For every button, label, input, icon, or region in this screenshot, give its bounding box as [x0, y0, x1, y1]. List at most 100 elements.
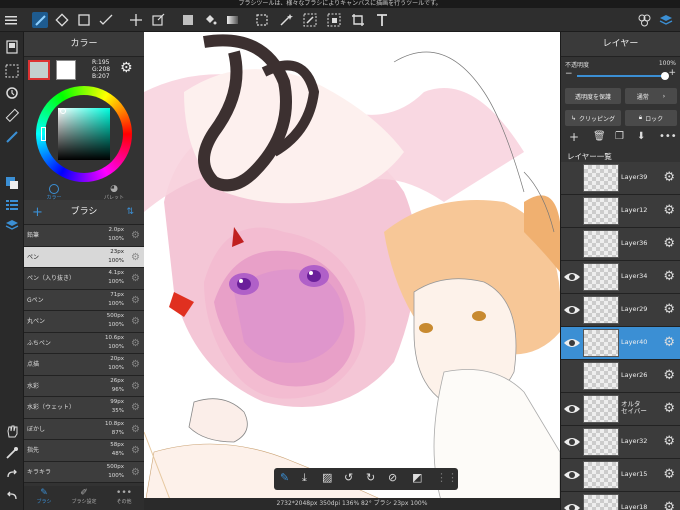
- tab-brush[interactable]: ✎ ブラシ: [24, 488, 64, 505]
- eye-hidden-icon[interactable]: [563, 204, 581, 218]
- gallery-icon[interactable]: [3, 38, 21, 56]
- brush-item[interactable]: 指先 58px 48% ⚙: [24, 440, 144, 462]
- hand-icon[interactable]: [3, 422, 21, 440]
- rotate-icon[interactable]: [3, 84, 21, 102]
- color-settings-gear-icon[interactable]: ⚙: [120, 60, 133, 76]
- rect-shape-icon[interactable]: [76, 12, 92, 28]
- layer-settings-gear-icon[interactable]: ⚙: [663, 368, 675, 383]
- quick-download-icon[interactable]: ⤓: [302, 471, 307, 485]
- eyedropper-icon[interactable]: [3, 444, 21, 462]
- tab-brush-settings[interactable]: ✐ ブラシ設定: [64, 488, 104, 505]
- brush-icon[interactable]: [32, 12, 48, 28]
- layer-settings-gear-icon[interactable]: ⚙: [663, 434, 675, 449]
- opacity-slider[interactable]: [577, 72, 669, 80]
- layer-settings-gear-icon[interactable]: ⚙: [663, 401, 675, 416]
- opacity-plus-icon[interactable]: +: [668, 68, 676, 78]
- transform-icon[interactable]: [150, 12, 166, 28]
- layer-row[interactable]: Layer29 ⚙: [561, 294, 680, 327]
- eye-icon[interactable]: [563, 501, 581, 510]
- auto-select-icon[interactable]: [278, 12, 294, 28]
- layers-icon[interactable]: [658, 12, 674, 28]
- undo-icon[interactable]: [3, 488, 21, 506]
- layer-more-icon[interactable]: •••: [659, 131, 677, 142]
- move-icon[interactable]: [128, 12, 144, 28]
- layer-row[interactable]: Layer32 ⚙: [561, 426, 680, 459]
- hue-handle[interactable]: [41, 127, 46, 141]
- layer-row[interactable]: Layer36 ⚙: [561, 228, 680, 261]
- eye-icon[interactable]: [563, 402, 581, 416]
- material-icon[interactable]: [636, 12, 652, 28]
- eye-icon[interactable]: [563, 270, 581, 284]
- brush-item[interactable]: 水彩（ウェット） 99px 35% ⚙: [24, 397, 144, 419]
- clipping-button[interactable]: ↳ クリッピング: [565, 110, 621, 126]
- magic-wand-icon[interactable]: [98, 12, 114, 28]
- brush-gear-icon[interactable]: ⚙: [131, 467, 140, 478]
- redo-icon[interactable]: [3, 466, 21, 484]
- duplicate-layer-icon[interactable]: ❐: [615, 131, 624, 142]
- quick-reset-icon[interactable]: ⊘: [388, 471, 397, 484]
- text-icon[interactable]: [374, 12, 390, 28]
- add-brush-icon[interactable]: +: [32, 200, 43, 225]
- quick-rotate-right-icon[interactable]: ↻: [366, 471, 375, 484]
- brush-gear-icon[interactable]: ⚙: [131, 316, 140, 327]
- brush-item[interactable]: キラキラ 500px 100% ⚙: [24, 461, 144, 483]
- quick-rotate-left-icon[interactable]: ↺: [344, 471, 353, 484]
- saturation-value-square[interactable]: [58, 108, 110, 160]
- brush-gear-icon[interactable]: ⚙: [131, 359, 140, 370]
- brush-gear-icon[interactable]: ⚙: [131, 338, 140, 349]
- eye-icon[interactable]: [563, 303, 581, 317]
- brush-gear-icon[interactable]: ⚙: [131, 295, 140, 306]
- opacity-minus-icon[interactable]: −: [565, 69, 573, 79]
- layer-row[interactable]: Layer15 ⚙: [561, 459, 680, 492]
- layer-settings-gear-icon[interactable]: ⚙: [663, 302, 675, 317]
- brush-item[interactable]: ぼかし 10.8px 87% ⚙: [24, 418, 144, 440]
- lock-button[interactable]: 🔒︎ ロック: [625, 110, 677, 126]
- eye-hidden-icon[interactable]: [563, 237, 581, 251]
- sort-icon[interactable]: ⇅: [126, 200, 134, 225]
- add-layer-icon[interactable]: +: [569, 130, 579, 144]
- tab-other[interactable]: ••• その他: [104, 488, 144, 505]
- layer-settings-gear-icon[interactable]: ⚙: [663, 335, 675, 350]
- brush-item[interactable]: ふちペン 10.6px 100% ⚙: [24, 332, 144, 354]
- quick-flip-icon[interactable]: ◩: [412, 471, 422, 484]
- layer-settings-gear-icon[interactable]: ⚙: [663, 170, 675, 185]
- layer-row[interactable]: Layer34 ⚙: [561, 261, 680, 294]
- quick-brush-icon[interactable]: ✎: [280, 471, 289, 484]
- brush-item[interactable]: 鉛筆 2.0px 100% ⚙: [24, 225, 144, 247]
- menu-icon[interactable]: [3, 12, 19, 28]
- select-eraser-icon[interactable]: [326, 12, 342, 28]
- brush-item[interactable]: 水彩 26px 96% ⚙: [24, 375, 144, 397]
- layer-settings-gear-icon[interactable]: ⚙: [663, 269, 675, 284]
- eye-icon[interactable]: [563, 336, 581, 350]
- quick-grip-icon[interactable]: ⋮⋮: [436, 471, 458, 484]
- bucket-icon[interactable]: [202, 12, 218, 28]
- pen-stabilizer-icon[interactable]: [3, 128, 21, 146]
- crop-icon[interactable]: [350, 12, 366, 28]
- select-pen-icon[interactable]: [302, 12, 318, 28]
- gradient-icon[interactable]: [224, 12, 240, 28]
- layer-settings-gear-icon[interactable]: ⚙: [663, 236, 675, 251]
- brush-gear-icon[interactable]: ⚙: [131, 230, 140, 241]
- layer-settings-gear-icon[interactable]: ⚙: [663, 467, 675, 482]
- brush-item[interactable]: Gペン 71px 100% ⚙: [24, 289, 144, 311]
- brush-gear-icon[interactable]: ⚙: [131, 424, 140, 435]
- layer-row[interactable]: Layer12 ⚙: [561, 195, 680, 228]
- brush-gear-icon[interactable]: ⚙: [131, 273, 140, 284]
- selection-icon[interactable]: [3, 62, 21, 80]
- brush-gear-icon[interactable]: ⚙: [131, 381, 140, 392]
- layer-settings-gear-icon[interactable]: ⚙: [663, 500, 675, 510]
- quick-clear-icon[interactable]: ▨: [322, 471, 332, 484]
- brush-item[interactable]: ペン（入り抜き） 4.1px 100% ⚙: [24, 268, 144, 290]
- eye-icon[interactable]: [563, 435, 581, 449]
- ruler-icon[interactable]: [3, 106, 21, 124]
- eye-hidden-icon[interactable]: [563, 171, 581, 185]
- color-swatch-icon[interactable]: [3, 174, 21, 192]
- layer-row[interactable]: オルタ セイバー ⚙: [561, 393, 680, 426]
- brush-item[interactable]: 点描 20px 100% ⚙: [24, 354, 144, 376]
- brush-gear-icon[interactable]: ⚙: [131, 252, 140, 263]
- brush-item[interactable]: 丸ペン 500px 100% ⚙: [24, 311, 144, 333]
- layer-settings-gear-icon[interactable]: ⚙: [663, 203, 675, 218]
- brush-gear-icon[interactable]: ⚙: [131, 402, 140, 413]
- brush-list-icon[interactable]: [3, 196, 21, 214]
- drawing-canvas[interactable]: ✎ ⤓ ▨ ↺ ↻ ⊘ ◩ ⋮⋮ 2732*2048px 350dpi 136%…: [144, 32, 560, 510]
